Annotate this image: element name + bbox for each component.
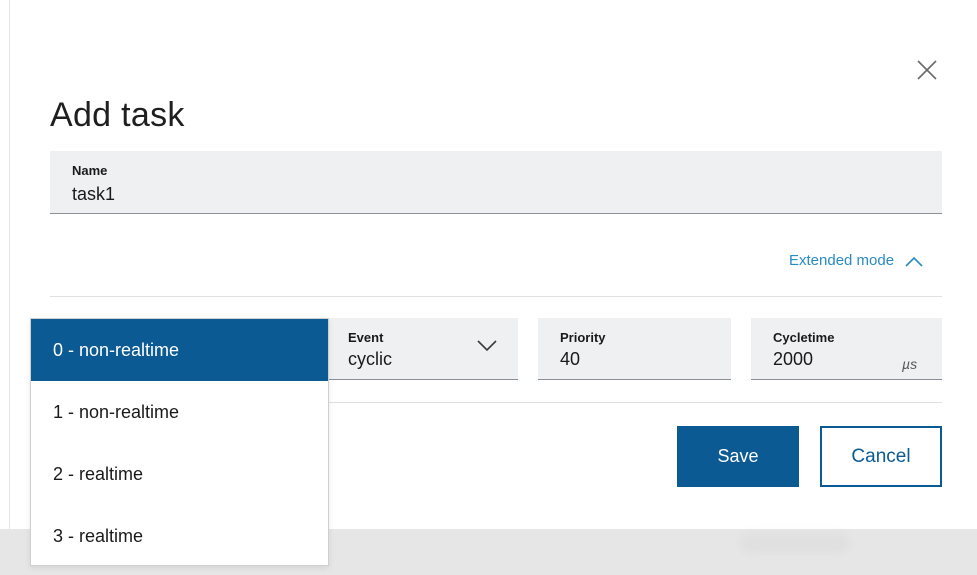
cycletime-unit: µs: [902, 356, 918, 372]
chevron-up-icon: [905, 256, 923, 267]
event-select[interactable]: Event cyclic: [328, 318, 518, 380]
priority-field[interactable]: Priority 40: [538, 318, 731, 380]
dialog-title: Add task: [50, 96, 185, 134]
dialog-left-border: [9, 0, 10, 532]
name-label: Name: [72, 163, 108, 178]
divider-top: [50, 296, 942, 297]
dropdown-option[interactable]: 0 - non-realtime: [31, 319, 328, 381]
task-type-dropdown-menu[interactable]: 0 - non-realtime 1 - non-realtime 2 - re…: [30, 318, 329, 566]
name-value[interactable]: task1: [72, 184, 115, 205]
dropdown-option[interactable]: 3 - realtime: [31, 505, 328, 567]
cycletime-label: Cycletime: [773, 330, 835, 345]
cycletime-field[interactable]: Cycletime 2000 µs: [751, 318, 942, 380]
event-value: cyclic: [348, 349, 392, 369]
chevron-down-icon[interactable]: [476, 338, 498, 352]
priority-value[interactable]: 40: [560, 349, 580, 370]
cancel-button[interactable]: Cancel: [820, 426, 942, 487]
save-button[interactable]: Save: [677, 426, 799, 487]
extended-mode-label: Extended mode: [789, 252, 895, 269]
event-label: Event: [348, 330, 384, 345]
name-field[interactable]: Name task1: [50, 151, 942, 214]
extended-mode-toggle[interactable]: Extended mode: [789, 252, 924, 269]
close-icon[interactable]: [915, 58, 939, 82]
cycletime-value[interactable]: 2000: [773, 349, 813, 370]
priority-label: Priority: [560, 330, 606, 345]
dropdown-option[interactable]: 1 - non-realtime: [31, 381, 328, 443]
dropdown-option[interactable]: 2 - realtime: [31, 443, 328, 505]
